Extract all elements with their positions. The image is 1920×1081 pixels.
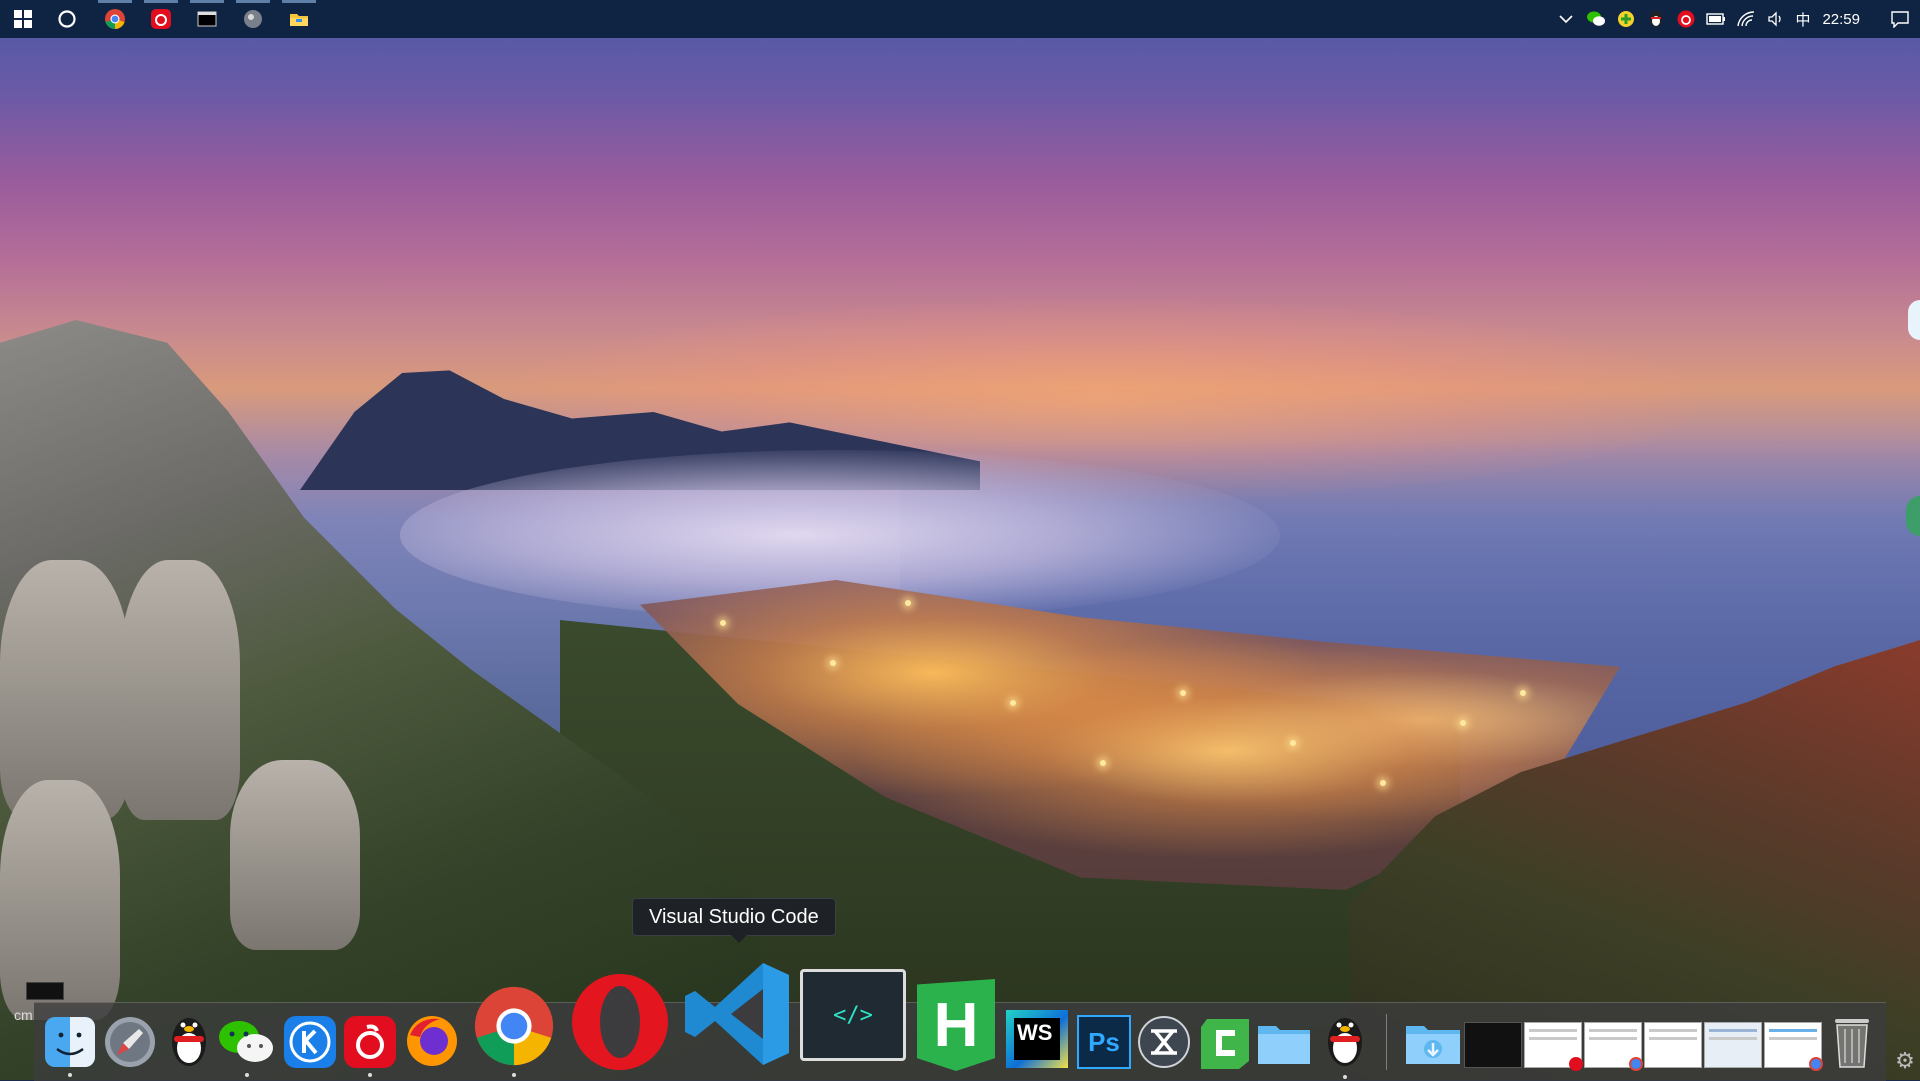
downloads-folder-icon <box>1406 1026 1460 1064</box>
browser-window-thumbnail-3[interactable] <box>1644 1022 1702 1068</box>
code-editor-terminal-icon: </> <box>800 969 906 1061</box>
desktop-wallpaper <box>0 0 1920 1080</box>
dock-visual-studio-code[interactable] <box>680 956 796 1072</box>
hbuilder-icon: H <box>917 979 995 1071</box>
browser-window-thumbnail-5[interactable] <box>1764 1022 1823 1071</box>
action-center-icon[interactable] <box>1880 0 1920 38</box>
terminal-icon <box>197 11 217 27</box>
show-hidden-icons-chevron[interactable] <box>1551 0 1581 38</box>
camtasia-icon <box>1201 1019 1249 1069</box>
opera-icon <box>572 974 668 1070</box>
windows-icon <box>14 10 32 28</box>
dock-finder[interactable] <box>42 1014 98 1077</box>
file-explorer-icon <box>290 14 308 26</box>
webstorm-icon: WS <box>1006 1010 1068 1068</box>
qq-penguin-icon-2 <box>1328 1018 1362 1066</box>
browser-window-thumbnail-2[interactable] <box>1584 1022 1643 1071</box>
netease-badge-icon <box>1569 1057 1583 1071</box>
taskbar-netease-music[interactable] <box>138 0 184 38</box>
code-glyph: </> <box>833 1002 873 1028</box>
chrome-icon <box>105 9 125 29</box>
netease-music-icon <box>151 9 171 29</box>
taskbar-terminal[interactable] <box>184 0 230 38</box>
dock-camtasia[interactable] <box>1196 1014 1254 1072</box>
dock-trash[interactable] <box>1830 1012 1874 1070</box>
edge-panel-handle-green[interactable] <box>1906 496 1920 536</box>
dock-tooltip: Visual Studio Code <box>632 898 836 943</box>
wifi-icon[interactable] <box>1731 0 1761 38</box>
chrome-icon <box>474 986 554 1066</box>
dock-hbuilder[interactable]: H <box>916 978 996 1072</box>
firefox-icon <box>407 1016 457 1066</box>
browser-window-thumbnail-1[interactable] <box>1524 1022 1583 1071</box>
browser-window-thumbnail-4[interactable] <box>1704 1022 1762 1068</box>
finder-icon <box>45 1017 95 1067</box>
minimized-window-label: cm <box>14 1007 33 1023</box>
dock-launchpad[interactable] <box>102 1014 158 1070</box>
photoshop-glyph: Ps <box>1088 1026 1120 1057</box>
photo-app-icon <box>244 10 262 28</box>
dock-separator <box>1386 1014 1387 1070</box>
folder-icon <box>1258 1026 1310 1064</box>
minimized-window-preview[interactable] <box>26 982 64 1000</box>
rock-face <box>230 760 360 950</box>
dock-qq-2[interactable] <box>1320 1012 1370 1079</box>
rock-face <box>120 560 240 820</box>
dock-code-editor[interactable]: </> <box>800 969 906 1061</box>
xmind-icon <box>1138 1016 1190 1068</box>
windows-taskbar: 中 22:59 <box>0 0 1920 38</box>
hbuilder-glyph: H <box>933 990 979 1060</box>
visual-studio-code-icon <box>685 963 789 1065</box>
dock-downloads[interactable] <box>1404 1018 1462 1068</box>
dock-chrome[interactable] <box>470 982 558 1077</box>
taskbar-chrome[interactable] <box>92 0 138 38</box>
start-button[interactable] <box>0 0 46 38</box>
dock-netease-music[interactable] <box>342 1014 398 1077</box>
qq-tray-icon[interactable] <box>1641 0 1671 38</box>
taskbar-clock[interactable]: 22:59 <box>1814 11 1880 28</box>
kugou-k-icon <box>284 1016 336 1068</box>
netease-tray-icon[interactable] <box>1671 0 1701 38</box>
green-plus-tray-icon[interactable] <box>1611 0 1641 38</box>
system-tray: 中 22:59 <box>1551 0 1920 38</box>
dock-wechat[interactable] <box>216 1014 278 1077</box>
dock-webstorm[interactable]: WS <box>1004 1008 1070 1070</box>
launchpad-rocket-icon <box>105 1017 155 1067</box>
volume-icon[interactable] <box>1761 0 1791 38</box>
dock-qq[interactable] <box>164 1012 214 1072</box>
taskbar-file-explorer[interactable] <box>276 0 322 38</box>
dock-firefox[interactable] <box>404 1012 460 1070</box>
netease-music-icon <box>344 1016 396 1068</box>
dock-kugou[interactable] <box>282 1014 338 1070</box>
ime-indicator[interactable]: 中 <box>1791 9 1814 30</box>
dock-opera[interactable] <box>568 970 672 1074</box>
wechat-icon <box>219 1021 273 1062</box>
wechat-tray-icon[interactable] <box>1581 0 1611 38</box>
taskbar-photo-app[interactable] <box>230 0 276 38</box>
edge-panel-handle[interactable] <box>1908 300 1920 340</box>
gear-icon[interactable]: ⚙ <box>1892 1048 1918 1074</box>
photoshop-icon: Ps <box>1077 1015 1131 1069</box>
chrome-badge-icon <box>1629 1057 1643 1071</box>
webstorm-glyph: WS <box>1014 1018 1060 1060</box>
trash-icon <box>1835 1019 1869 1068</box>
terminal-window-thumbnail[interactable] <box>1464 1022 1522 1068</box>
cortana-circle-icon <box>58 10 76 28</box>
battery-icon[interactable] <box>1701 0 1731 38</box>
qq-penguin-icon <box>172 1018 206 1066</box>
dock-folder[interactable] <box>1256 1018 1312 1068</box>
cortana-button[interactable] <box>44 0 90 38</box>
chrome-badge-icon <box>1809 1057 1823 1071</box>
dock-photoshop[interactable]: Ps <box>1076 1014 1132 1070</box>
dock-xmind[interactable] <box>1136 1014 1192 1070</box>
